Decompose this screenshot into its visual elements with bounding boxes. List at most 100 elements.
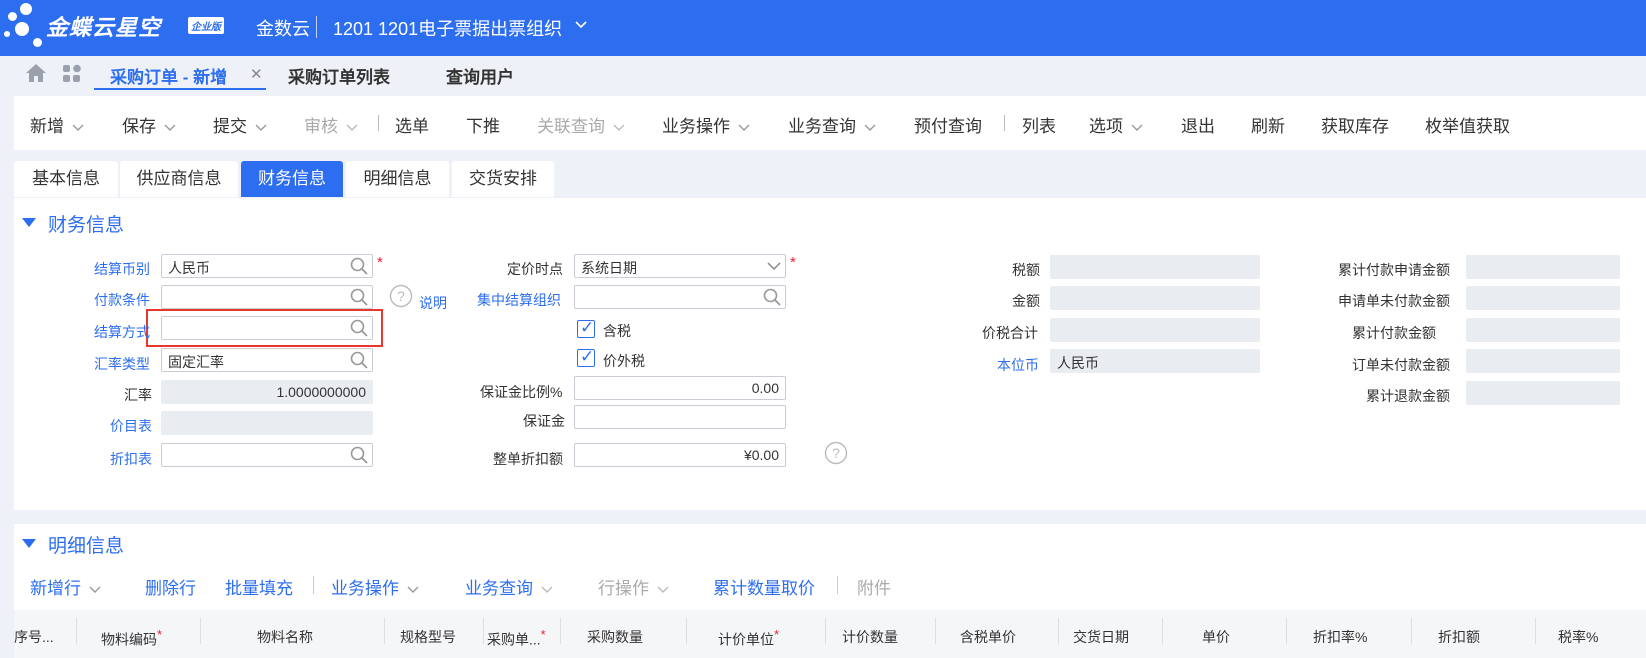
chevron-down-icon[interactable] (407, 586, 419, 594)
tax-excluded-checkbox[interactable]: ✓ (577, 347, 595, 367)
close-icon[interactable]: ✕ (250, 65, 263, 83)
related-query-button[interactable]: 关联查询 (537, 112, 625, 137)
chevron-down-icon[interactable] (574, 18, 588, 32)
column-header-material-name[interactable]: 物料名称 (257, 627, 313, 647)
select-order-button[interactable]: 选单 (395, 112, 429, 137)
chevron-down-icon[interactable] (613, 124, 625, 132)
chevron-down-icon[interactable] (72, 124, 84, 132)
audit-button[interactable]: 审核 (304, 112, 358, 137)
payment-terms-label[interactable]: 付款条件 (94, 290, 150, 310)
save-button[interactable]: 保存 (122, 112, 176, 137)
detail-biz-operation-button[interactable]: 业务操作 (331, 574, 419, 599)
chevron-down-icon[interactable] (738, 124, 750, 132)
options-button[interactable]: 选项 (1089, 112, 1143, 137)
org-name[interactable]: 金数云 (256, 15, 310, 41)
new-row-button[interactable]: 新增行 (30, 574, 101, 599)
column-header-seq[interactable]: 序号... (14, 627, 54, 647)
column-header-pricing-qty[interactable]: 计价数量 (842, 627, 898, 647)
chevron-down-icon[interactable] (164, 124, 176, 132)
settle-method-label[interactable]: 结算方式 (94, 322, 150, 342)
tab-purchase-order-list[interactable]: 采购订单列表 (288, 63, 390, 88)
central-settle-org-label[interactable]: 集中结算组织 (477, 290, 561, 310)
list-button[interactable]: 列表 (1022, 112, 1056, 137)
section-title-detail[interactable]: 明细信息 (48, 531, 124, 558)
collapse-icon[interactable] (22, 539, 36, 548)
column-header-purchase-qty[interactable]: 采购数量 (587, 627, 643, 647)
chevron-down-icon[interactable] (767, 261, 781, 271)
column-header-discount-amount[interactable]: 折扣额 (1438, 627, 1480, 647)
chevron-down-icon[interactable] (89, 586, 101, 594)
help-icon[interactable]: ? (389, 284, 413, 308)
price-list-label[interactable]: 价目表 (110, 416, 152, 436)
column-header-discount-rate[interactable]: 折扣率% (1313, 627, 1367, 647)
tab-detail-info[interactable]: 明细信息 (346, 161, 449, 197)
kingdee-logo[interactable]: 金蝶云星空 企业版 (0, 0, 240, 56)
search-icon[interactable] (350, 351, 368, 369)
deposit-field[interactable] (574, 405, 786, 429)
explain-link[interactable]: 说明 (419, 293, 447, 313)
org-unit-selector[interactable]: 1201 1201电子票据出票组织 (333, 15, 562, 41)
column-header-spec[interactable]: 规格型号 (400, 627, 456, 647)
search-icon[interactable] (350, 446, 368, 464)
section-title-finance[interactable]: 财务信息 (48, 210, 124, 237)
prepay-query-button[interactable]: 预付查询 (914, 112, 982, 137)
discount-list-label[interactable]: 折扣表 (110, 449, 152, 469)
column-header-delivery-date[interactable]: 交货日期 (1073, 627, 1129, 647)
row-operation-button[interactable]: 行操作 (598, 574, 669, 599)
local-currency-label[interactable]: 本位币 (997, 355, 1039, 375)
search-icon[interactable] (350, 319, 368, 337)
search-icon[interactable] (763, 288, 781, 306)
column-header-purchase-unit[interactable]: 采购单...* (487, 627, 546, 650)
biz-operation-button[interactable]: 业务操作 (662, 112, 750, 137)
chevron-down-icon[interactable] (541, 586, 553, 594)
chevron-down-icon[interactable] (255, 124, 267, 132)
tab-supplier-info[interactable]: 供应商信息 (120, 161, 238, 197)
settle-currency-label[interactable]: 结算币别 (94, 259, 150, 279)
column-header-tax-rate[interactable]: 税率% (1558, 627, 1598, 647)
chevron-down-icon[interactable] (864, 124, 876, 132)
central-settle-org-field[interactable] (574, 285, 786, 309)
deposit-ratio-field[interactable]: 0.00 (574, 376, 786, 400)
chevron-down-icon[interactable] (346, 124, 358, 132)
search-icon[interactable] (350, 257, 368, 275)
settle-currency-field[interactable]: 人民币 (161, 254, 373, 278)
whole-discount-field[interactable]: ¥0.00 (574, 443, 786, 467)
detail-biz-query-button[interactable]: 业务查询 (465, 574, 553, 599)
get-stock-button[interactable]: 获取库存 (1321, 112, 1389, 137)
refresh-button[interactable]: 刷新 (1251, 112, 1285, 137)
new-button[interactable]: 新增 (30, 112, 84, 137)
tab-delivery-schedule[interactable]: 交货安排 (452, 161, 554, 197)
tax-included-checkbox[interactable]: ✓ (577, 318, 595, 338)
column-header-material-code[interactable]: 物料编码* (101, 627, 162, 650)
column-header-pricing-unit[interactable]: 计价单位* (718, 627, 779, 650)
batch-fill-button[interactable]: 批量填充 (225, 574, 293, 599)
tab-basic-info[interactable]: 基本信息 (14, 161, 118, 197)
rate-type-label[interactable]: 汇率类型 (94, 354, 150, 374)
acc-qty-fetch-button[interactable]: 累计数量取价 (713, 574, 815, 599)
apps-icon[interactable] (62, 64, 82, 84)
attachment-button[interactable]: 附件 (857, 574, 891, 599)
tab-query-user[interactable]: 查询用户 (446, 63, 514, 88)
submit-button[interactable]: 提交 (213, 112, 267, 137)
column-header-unit-price-with-tax[interactable]: 含税单价 (960, 627, 1016, 647)
collapse-icon[interactable] (22, 218, 36, 227)
tab-finance-info[interactable]: 财务信息 (241, 161, 343, 197)
tab-purchase-order-new[interactable]: 采购订单 - 新增 (110, 63, 227, 88)
chevron-down-icon[interactable] (1131, 124, 1143, 132)
rate-type-field[interactable]: 固定汇率 (161, 348, 373, 372)
biz-query-button[interactable]: 业务查询 (788, 112, 876, 137)
exit-button[interactable]: 退出 (1181, 112, 1215, 137)
settle-method-field[interactable] (161, 316, 373, 340)
pricing-time-select[interactable]: 系统日期 (574, 254, 786, 278)
column-header-unit-price[interactable]: 单价 (1202, 627, 1230, 647)
payment-terms-field[interactable] (161, 285, 373, 309)
help-icon[interactable]: ? (824, 441, 848, 465)
push-down-button[interactable]: 下推 (466, 112, 500, 137)
home-icon[interactable] (25, 63, 47, 83)
chevron-down-icon[interactable] (657, 586, 669, 594)
discount-list-field[interactable] (161, 443, 373, 467)
delete-row-button[interactable]: 删除行 (145, 574, 196, 599)
enum-fetch-button[interactable]: 枚举值获取 (1425, 112, 1510, 137)
search-icon[interactable] (350, 288, 368, 306)
price-list-field[interactable] (161, 411, 373, 435)
